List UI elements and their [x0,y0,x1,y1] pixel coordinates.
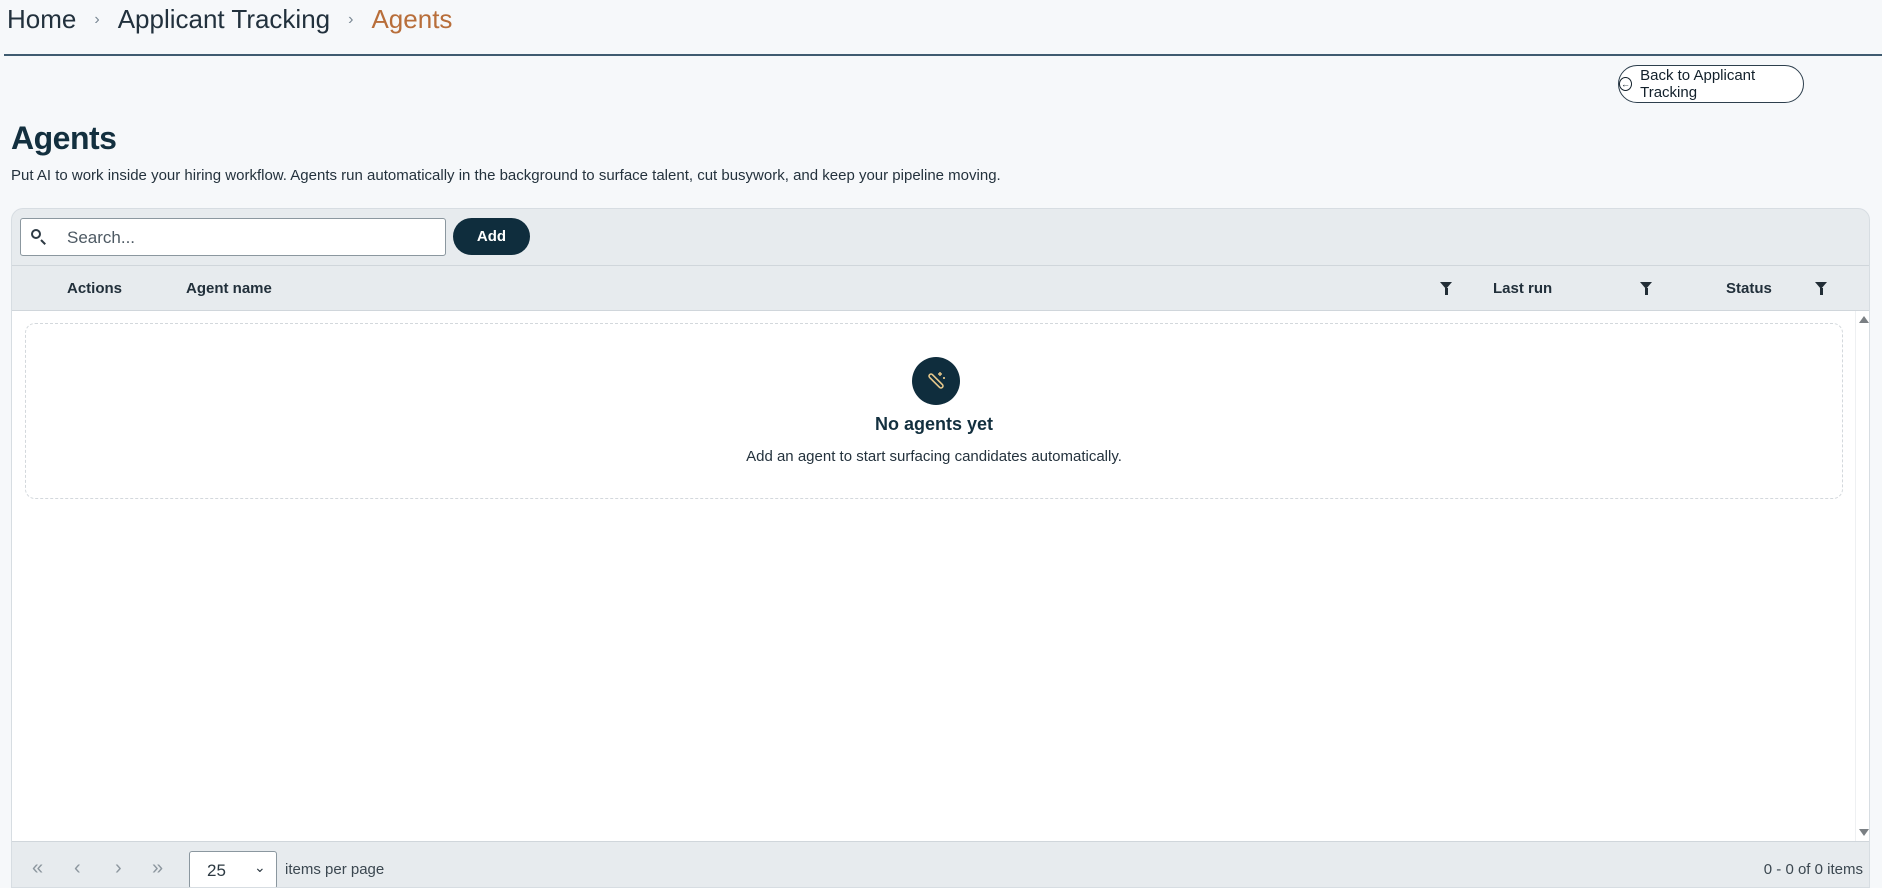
search-input[interactable] [65,219,439,257]
page-size-select[interactable]: 25 ⌄ [189,851,277,887]
next-page-icon[interactable]: › [115,858,122,878]
grid-header: Actions Agent name Last run Status [12,265,1869,311]
column-header-actions[interactable]: Actions [67,280,122,297]
empty-state-title: No agents yet [874,414,994,434]
column-header-status[interactable]: Status [1726,280,1772,297]
empty-state-text: Add an agent to start surfacing candidat… [746,448,1122,465]
grid-toolbar: Add [12,209,1869,265]
breadcrumb-applicant-tracking[interactable]: Applicant Tracking [118,4,330,35]
arrow-left-circle-icon: ← [1619,77,1633,91]
breadcrumb: Home › Applicant Tracking › Agents [7,4,452,35]
breadcrumb-home[interactable]: Home [7,4,76,35]
add-agent-button[interactable]: Add [453,218,530,255]
back-button-label: Back to Applicant Tracking [1640,67,1756,101]
page-title: Agents [11,120,117,156]
breadcrumb-separator: › [348,10,354,28]
breadcrumb-current: Agents [371,4,453,34]
search-icon [31,229,41,239]
agents-grid: Add Actions Agent name Last run Status N… [11,208,1870,888]
status-filter-icon[interactable] [1815,282,1827,295]
column-header-last-run[interactable]: Last run [1493,280,1552,297]
pager: « ‹ › » 25 ⌄ items per page 0 - 0 of 0 i… [12,841,1869,887]
scroll-down-arrow-icon[interactable] [1859,829,1869,836]
items-per-page-label: items per page [285,861,385,878]
items-count: 0 - 0 of 0 items [1763,861,1863,878]
grid-body: No agents yet Add an agent to start surf… [12,311,1855,841]
grid-scrollbar[interactable] [1855,311,1869,841]
page-size-value: 25 [207,861,226,880]
magic-wand-icon [912,357,960,405]
breadcrumb-separator: › [94,10,100,28]
first-page-icon[interactable]: « [32,858,43,878]
last-page-icon[interactable]: » [152,858,163,878]
agent-name-filter-icon[interactable] [1440,282,1452,295]
breadcrumb-divider [4,54,1882,56]
search-box[interactable] [20,218,446,257]
back-to-applicant-tracking-button[interactable]: ← Back to Applicant Tracking [1618,65,1804,103]
previous-page-icon[interactable]: ‹ [74,858,81,878]
column-header-agent-name[interactable]: Agent name [186,280,272,297]
empty-state: No agents yet Add an agent to start surf… [25,323,1843,499]
last-run-filter-icon[interactable] [1640,282,1652,295]
chevron-down-icon: ⌄ [254,859,266,875]
page-description: Put AI to work inside your hiring workfl… [11,167,1001,184]
scroll-up-arrow-icon[interactable] [1859,316,1869,323]
